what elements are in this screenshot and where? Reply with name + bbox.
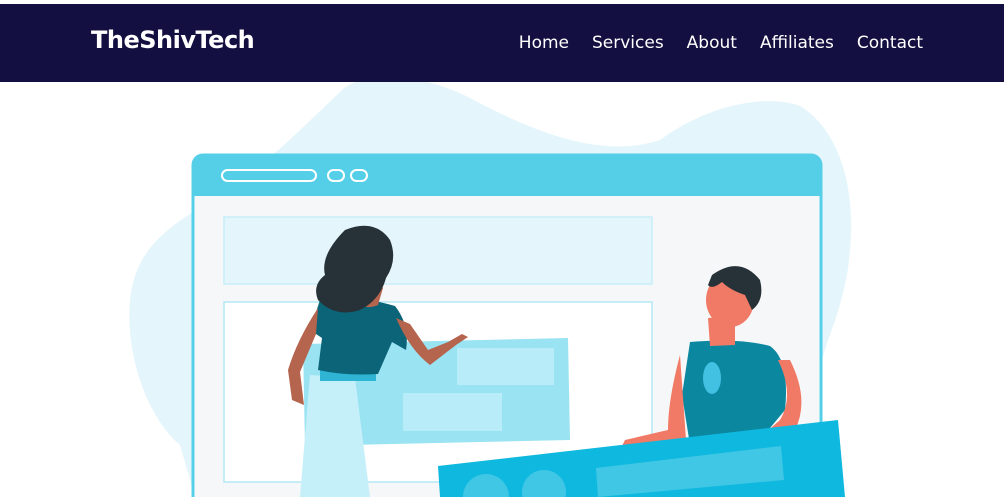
nav-contact-link[interactable]: Contact bbox=[857, 33, 923, 53]
brand-logo[interactable]: TheShivTech bbox=[91, 26, 255, 54]
nav-affiliates-link[interactable]: Affiliates bbox=[760, 33, 834, 53]
nav-about-link[interactable]: About bbox=[687, 33, 737, 53]
hero-illustration bbox=[129, 82, 852, 497]
nav-menu: Home Services About Affiliates Contact bbox=[519, 33, 923, 53]
nav-services-link[interactable]: Services bbox=[592, 33, 664, 53]
hero-section bbox=[0, 82, 1004, 497]
nav-home-link[interactable]: Home bbox=[519, 33, 569, 53]
navbar: TheShivTech Home Services About Affiliat… bbox=[0, 4, 1004, 82]
